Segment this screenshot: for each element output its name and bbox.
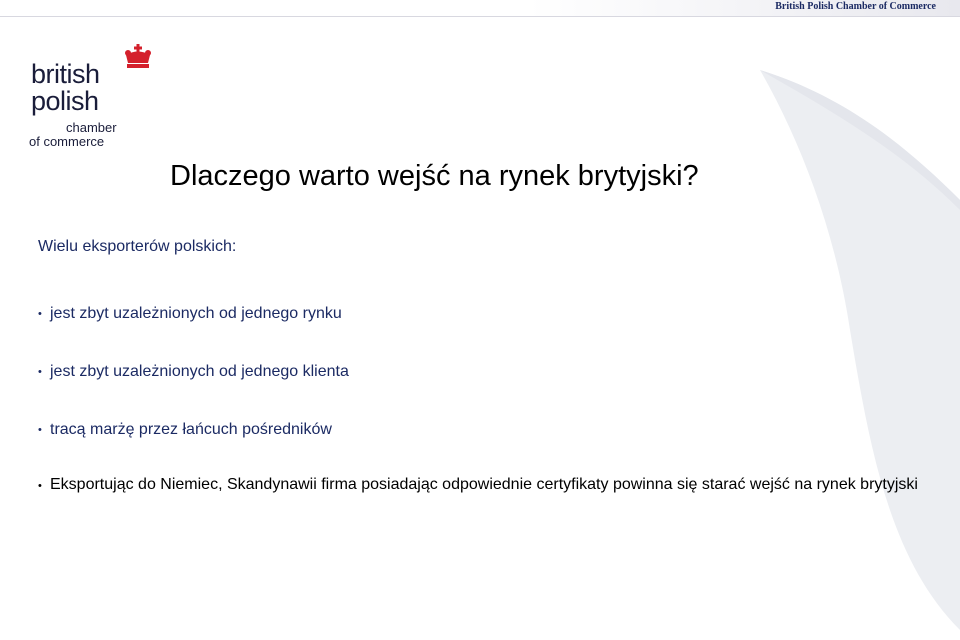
bullet-icon: • (38, 308, 42, 320)
bullet-icon: • (38, 366, 42, 378)
bullet-item: • tracą marżę przez łańcuch pośredników (38, 420, 918, 440)
bullet-text: Eksportując do Niemiec, Skandynawii firm… (50, 476, 918, 493)
bullet-item: • jest zbyt uzależnionych od jednego ryn… (38, 304, 918, 324)
bullet-item: • Eksportując do Niemiec, Skandynawii fir… (38, 470, 918, 499)
logo-text-chamber: chamber (66, 120, 117, 135)
intro-text: Wielu eksporterów polskich: (38, 238, 237, 255)
slide-title: Dlaczego warto wejść na rynek brytyjski? (170, 160, 699, 192)
logo-text-polish: polish (31, 86, 99, 116)
bullet-text: jest zbyt uzależnionych od jednego klien… (50, 363, 349, 380)
logo-text-british: british (31, 59, 100, 89)
bullet-icon: • (38, 480, 42, 492)
bullet-icon: • (38, 424, 42, 436)
crown-icon (125, 44, 151, 68)
logo-text-of-commerce: of commerce (29, 134, 105, 149)
bullet-list: • jest zbyt uzależnionych od jednego ryn… (38, 304, 918, 537)
bullet-text: tracą marżę przez łańcuch pośredników (50, 421, 332, 438)
bullet-item: • jest zbyt uzależnionych od jednego kli… (38, 362, 918, 382)
bullet-text: jest zbyt uzależnionych od jednego rynku (50, 305, 342, 322)
chamber-logo: british polish chamber of commerce (28, 44, 153, 154)
